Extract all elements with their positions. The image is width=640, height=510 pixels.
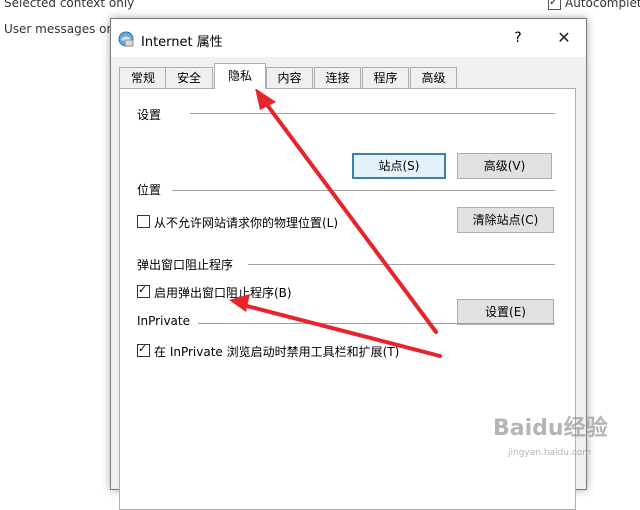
tab-advanced[interactable]: 高级	[410, 67, 457, 88]
baidu-watermark: Baidu经验	[493, 416, 608, 441]
tab-content[interactable]: 内容	[266, 67, 313, 88]
popup-settings-button[interactable]: 设置(E)	[457, 299, 554, 325]
clear-sites-button[interactable]: 清除站点(C)	[457, 207, 554, 233]
location-divider	[172, 190, 555, 191]
popup-checkbox-label: 启用弹出窗口阻止程序(B)	[154, 286, 292, 300]
popup-checkbox-row[interactable]: 启用弹出窗口阻止程序(B)	[137, 283, 292, 301]
inprivate-divider	[198, 323, 555, 324]
tab-security[interactable]: 安全	[165, 67, 213, 88]
popup-divider	[248, 264, 555, 265]
tab-programs[interactable]: 程序	[362, 67, 409, 88]
bg-autocomplete-label: Autocomplete	[565, 0, 640, 10]
tab-connections[interactable]: 连接	[314, 67, 361, 88]
inprivate-checkbox[interactable]	[137, 342, 150, 357]
settings-divider	[190, 113, 555, 114]
sites-button[interactable]: 站点(S)	[352, 153, 446, 179]
settings-group-title: 设置	[137, 108, 162, 122]
title-bar[interactable]: Internet 属性 ? ✕	[111, 19, 586, 57]
location-group-title: 位置	[137, 183, 162, 197]
bg-autocomplete-checkbox[interactable]	[548, 0, 561, 10]
close-button[interactable]: ✕	[551, 25, 577, 51]
location-checkbox[interactable]	[137, 215, 150, 228]
inprivate-group-title: InPrivate	[137, 314, 190, 328]
bg-user-messages-text: User messages only	[4, 22, 125, 36]
location-checkbox-label: 从不允许网站请求你的物理位置(L)	[154, 216, 339, 230]
bg-selected-context-text: Selected context only	[4, 0, 135, 10]
baidu-watermark-url: jingyan.baidu.com	[508, 448, 592, 458]
tab-general[interactable]: 常规	[119, 67, 167, 88]
window-title: Internet 属性	[141, 35, 223, 50]
privacy-panel: 设置 站点(S) 高级(V) 位置 从不允许网站请求你的物理位置(L) 清除站点…	[119, 88, 576, 510]
inprivate-checkbox-row[interactable]: 在 InPrivate 浏览启动时禁用工具栏和扩展(T)	[137, 342, 400, 360]
popup-checkbox[interactable]	[137, 283, 150, 298]
inprivate-checkbox-label: 在 InPrivate 浏览启动时禁用工具栏和扩展(T)	[154, 345, 400, 359]
help-button[interactable]: ?	[506, 25, 530, 51]
advanced-button[interactable]: 高级(V)	[457, 153, 552, 179]
location-checkbox-row[interactable]: 从不允许网站请求你的物理位置(L)	[137, 214, 338, 231]
tab-privacy[interactable]: 隐私	[214, 63, 266, 89]
popup-group-title: 弹出窗口阻止程序	[137, 258, 234, 272]
internet-options-icon	[118, 31, 134, 47]
